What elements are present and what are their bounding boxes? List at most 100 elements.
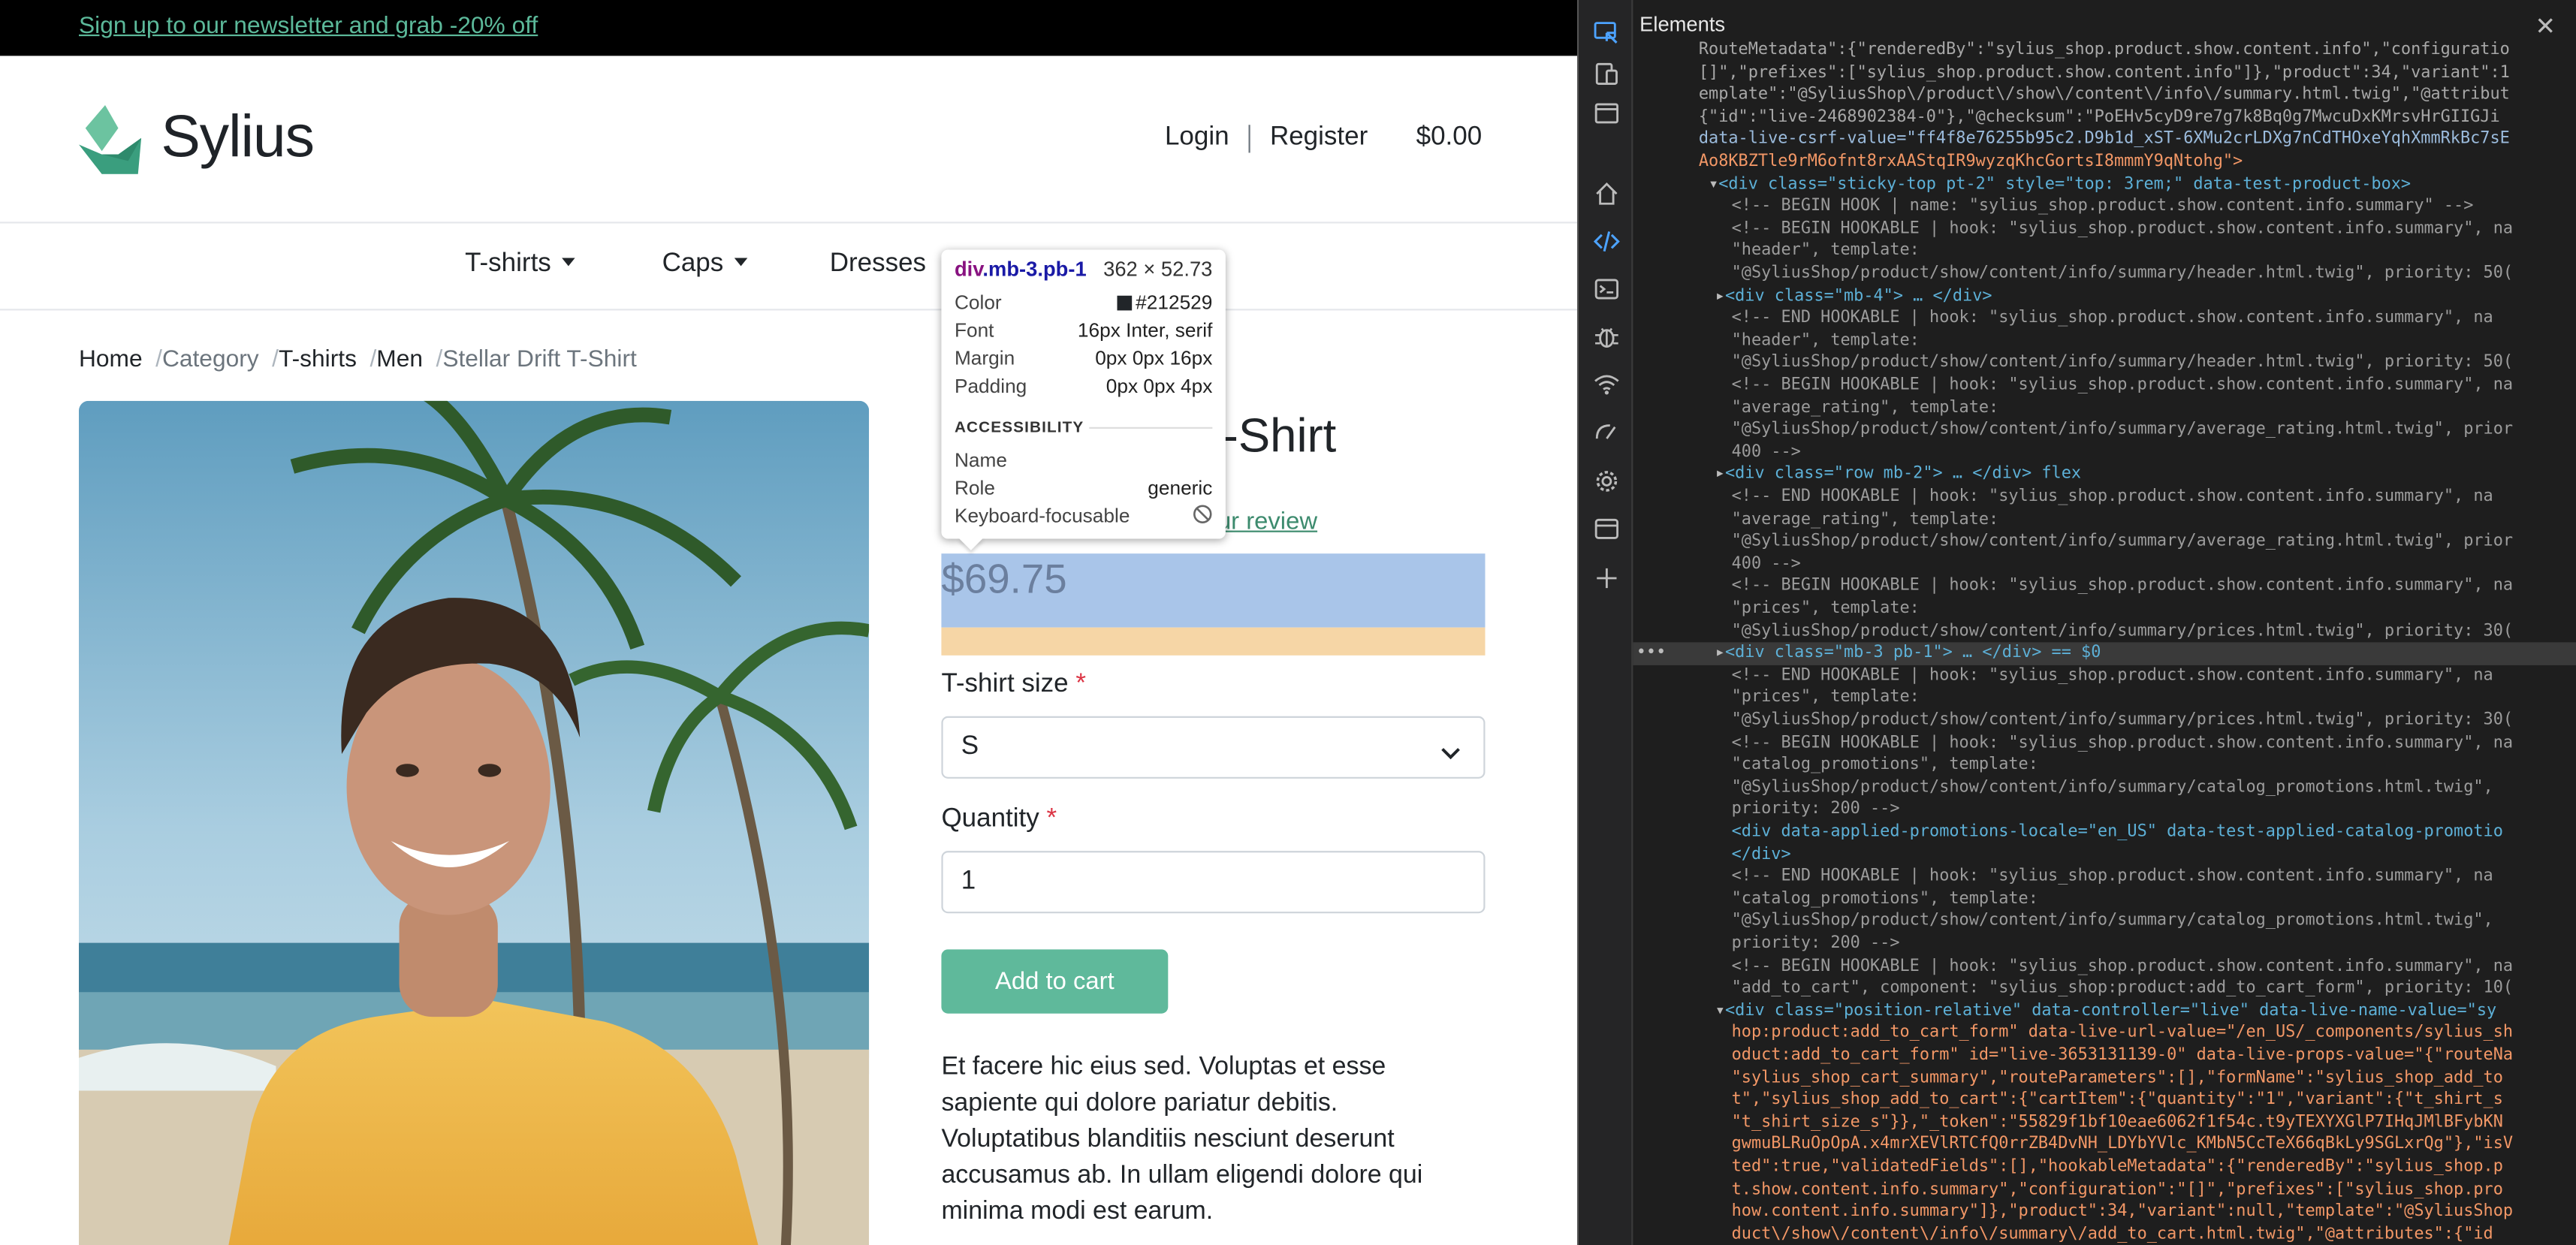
dom-line[interactable]: 400 --> — [1732, 442, 1801, 464]
dom-line[interactable]: "header", template: — [1732, 240, 1920, 263]
tooltip-padding-label: Padding — [954, 374, 1027, 398]
storage-icon[interactable] — [1594, 516, 1620, 542]
more-dots-icon: ••• — [1636, 644, 1667, 662]
window-icon[interactable] — [1594, 100, 1620, 126]
dom-line[interactable]: RouteMetadata":{"renderedBy":"sylius_sho… — [1699, 40, 2510, 62]
dom-line[interactable]: "catalog_promotions", template: — [1732, 888, 2038, 911]
dom-line[interactable]: hop:product:add_to_cart_form" data-live-… — [1732, 1022, 2513, 1045]
dom-node-add-to-cart-form[interactable]: ▾<div class="position-relative" data-con… — [1715, 1000, 2496, 1023]
dom-line[interactable]: "@SyliusShop/product/show/content/info/s… — [1732, 531, 2513, 553]
dom-line[interactable]: priority: 200 --> — [1732, 799, 1900, 821]
dom-line[interactable]: "@SyliusShop/product/show/content/info/s… — [1732, 620, 2513, 643]
close-icon[interactable]: ✕ — [2535, 11, 2556, 41]
breadcrumb-tshirts[interactable]: T-shirts — [279, 347, 357, 373]
dom-line[interactable]: "average_rating", template: — [1732, 508, 1999, 531]
devtools-sidebar — [1579, 0, 1633, 1245]
tooltip-padding-value: 0px 0px 4px — [1106, 374, 1213, 398]
bug-icon[interactable] — [1594, 324, 1620, 350]
dom-line[interactable]: gwmuBLRuOpOpA.x4mrXEVlRTCfQ0rrZB4DvNH_LD… — [1732, 1134, 2513, 1156]
nav-item-label: T-shirts — [465, 249, 551, 278]
dom-line[interactable]: "prices", template: — [1732, 687, 1920, 710]
sylius-logo-icon[interactable] — [79, 105, 142, 182]
dom-line[interactable]: ted":true,"validatedFields":[],"hookable… — [1732, 1156, 2503, 1179]
dom-line[interactable]: 400 --> — [1732, 553, 1801, 576]
dom-line[interactable]: "@SyliusShop/product/show/content/info/s… — [1732, 710, 2513, 732]
collapsed-triangle-icon: ▸ — [1715, 286, 1725, 305]
dom-line[interactable]: <!-- BEGIN HOOKABLE | hook: "sylius_shop… — [1732, 218, 2513, 240]
nav-item-caps[interactable]: Caps — [662, 250, 749, 279]
inspect-element-icon[interactable] — [1594, 20, 1620, 46]
dom-line[interactable]: "catalog_promotions", template: — [1732, 754, 2038, 776]
dom-line[interactable]: t.show.content.info.summary","configurat… — [1732, 1179, 2503, 1201]
dom-line[interactable]: <!-- BEGIN HOOKABLE | hook: "sylius_shop… — [1732, 732, 2513, 755]
product-image[interactable] — [79, 400, 870, 1245]
nav-item-dresses[interactable]: Dresses — [830, 250, 926, 279]
dom-line[interactable]: "@SyliusShop/product/show/content/info/s… — [1732, 911, 2493, 933]
dom-line[interactable]: how.content.info.summary"]},"product":34… — [1732, 1201, 2513, 1223]
dom-line[interactable]: <!-- BEGIN HOOKABLE | hook: "sylius_shop… — [1732, 375, 2513, 397]
expanded-triangle-icon: ▾ — [1709, 175, 1719, 194]
quantity-input[interactable]: 1 — [941, 851, 1486, 914]
dom-line[interactable]: <!-- BEGIN HOOK | name: "sylius_shop.pro… — [1732, 196, 2474, 219]
add-panel-icon[interactable] — [1594, 565, 1620, 592]
add-review-link[interactable]: ur review — [1217, 508, 1317, 535]
elements-code-icon[interactable] — [1593, 228, 1620, 255]
dom-line[interactable]: "sylius_shop_cart_summary","routeParamet… — [1732, 1067, 2503, 1090]
device-toolbar-icon[interactable] — [1594, 61, 1620, 87]
console-icon[interactable] — [1594, 276, 1620, 303]
dom-line[interactable]: t","sylius_shop_add_to_cart":{"cartItem"… — [1732, 1090, 2503, 1112]
cart-total[interactable]: $0.00 — [1416, 123, 1483, 152]
dom-node-selected-mb-3-pb-1[interactable]: ••• ▸<div class="mb-3 pb-1"> … </div> == … — [1633, 642, 2576, 665]
breadcrumb-men[interactable]: Men — [376, 347, 423, 373]
add-to-cart-button[interactable]: Add to cart — [941, 949, 1169, 1014]
dom-line[interactable]: "add_to_cart", component: "sylius_shop:p… — [1732, 978, 2513, 1000]
breadcrumb-current: Stellar Drift T-Shirt — [442, 346, 637, 373]
dom-line[interactable]: priority: 200 --> — [1732, 933, 1900, 956]
tooltip-role-value: generic — [1148, 476, 1213, 499]
dom-line[interactable]: data-live-csrf-value="ff4f8e76255b95c2.D… — [1699, 128, 2510, 151]
dom-node-mb-4[interactable]: ▸<div class="mb-4"> … </div> — [1715, 285, 1992, 308]
dom-line[interactable]: <!-- END HOOKABLE | hook: "sylius_shop.p… — [1732, 665, 2493, 687]
dom-line[interactable]: "average_rating", template: — [1732, 396, 1999, 419]
nav-item-label: Dresses — [829, 249, 927, 278]
dom-line[interactable]: </div> — [1732, 843, 1791, 866]
dom-node-sticky-top[interactable]: ▾<div class="sticky-top pt-2" style="top… — [1709, 173, 2411, 196]
dom-line[interactable]: oduct:add_to_cart_form" id="live-3653131… — [1732, 1045, 2513, 1067]
dom-line[interactable]: "t_shirt_size_s"}},"_token":"55829f1bf10… — [1732, 1111, 2503, 1134]
settings-gear-icon[interactable] — [1594, 468, 1620, 494]
network-wifi-icon[interactable] — [1594, 371, 1620, 397]
home-icon[interactable] — [1594, 181, 1620, 207]
dom-line[interactable]: []","prefixes":["sylius_shop.product.sho… — [1699, 62, 2510, 84]
register-link[interactable]: Register — [1270, 123, 1368, 152]
dom-line[interactable]: "@SyliusShop/product/show/content/info/s… — [1732, 419, 2513, 442]
dom-line[interactable]: Ao8KBZTle9rM6ofnt8rxAAStqIR9wyzqKhcGorts… — [1699, 151, 2243, 173]
dom-line[interactable]: <!-- END HOOKABLE | hook: "sylius_shop.p… — [1732, 866, 2493, 888]
newsletter-promo-link[interactable]: Sign up to our newsletter and grab -20% … — [79, 14, 538, 40]
dom-line[interactable]: <!-- BEGIN HOOKABLE | hook: "sylius_shop… — [1732, 575, 2513, 598]
dom-line-text: <div class="sticky-top pt-2" style="top:… — [1718, 175, 2412, 194]
dom-line[interactable]: <!-- BEGIN HOOKABLE | hook: "sylius_shop… — [1732, 955, 2513, 978]
performance-gauge-icon[interactable] — [1594, 419, 1620, 445]
dom-line[interactable]: <!-- END HOOKABLE | hook: "sylius_shop.p… — [1732, 487, 2493, 509]
dom-line[interactable]: emplate":"@SyliusShop\/product\/show\/co… — [1699, 84, 2510, 107]
brand-name[interactable]: Sylius — [161, 102, 315, 171]
dom-node-promotions[interactable]: <div data-applied-promotions-locale="en_… — [1732, 821, 2503, 844]
dom-line[interactable]: <!-- END HOOKABLE | hook: "sylius_shop.p… — [1732, 307, 2493, 330]
tooltip-role-label: Role — [954, 476, 995, 499]
dom-line[interactable]: duct\/show\/content\/info\/summary\/add_… — [1732, 1223, 2493, 1245]
dom-line[interactable]: "header", template: — [1732, 330, 1920, 352]
login-link[interactable]: Login — [1165, 123, 1229, 152]
breadcrumb: Home/Category/T-shirts/Men/Stellar Drift… — [79, 347, 637, 373]
dom-line[interactable]: "prices", template: — [1732, 598, 1920, 620]
dom-line[interactable]: "@SyliusShop/product/show/content/info/s… — [1732, 776, 2493, 799]
dom-tree: RouteMetadata":{"renderedBy":"sylius_sho… — [1633, 40, 2576, 1245]
quantity-label-text: Quantity — [941, 804, 1039, 834]
breadcrumb-home[interactable]: Home — [79, 347, 143, 373]
main-nav — [0, 224, 1577, 311]
dom-node-row-mb-2[interactable]: ▸<div class="row mb-2"> … </div> flex — [1715, 464, 2081, 487]
nav-item-tshirts[interactable]: T-shirts — [465, 250, 576, 279]
dom-line[interactable]: "@SyliusShop/product/show/content/info/s… — [1732, 263, 2513, 285]
dom-line[interactable]: {"id":"live-2468902384-0"},"@checksum":"… — [1699, 107, 2500, 129]
size-select[interactable]: S — [941, 716, 1486, 779]
dom-line[interactable]: "@SyliusShop/product/show/content/info/s… — [1732, 352, 2513, 375]
